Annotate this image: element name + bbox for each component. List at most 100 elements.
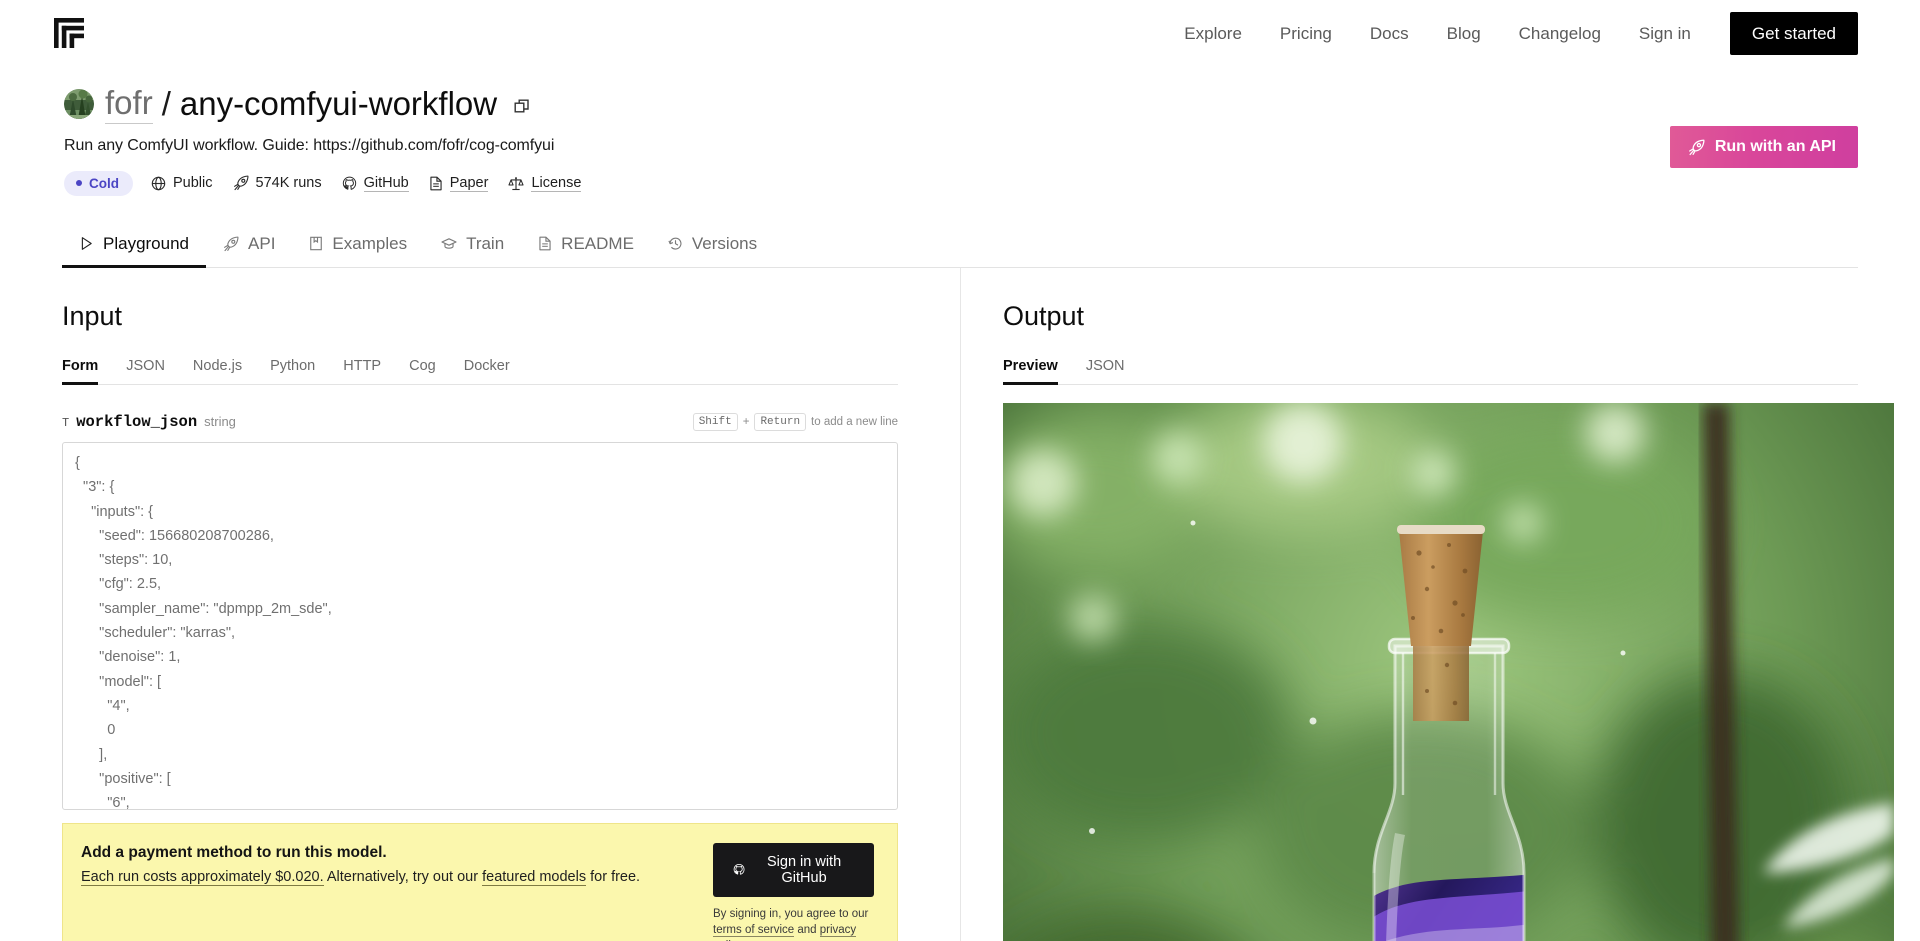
input-panel: Input Form JSON Node.js Python HTTP Cog … (0, 268, 960, 941)
page-title: any-comfyui-workflow (179, 84, 498, 122)
rocket-icon (1688, 139, 1705, 155)
github-icon (733, 864, 745, 876)
input-tab-cog[interactable]: Cog (409, 354, 436, 384)
title-separator: / (161, 84, 171, 122)
get-started-button[interactable]: Get started (1729, 11, 1858, 55)
content-columns: Input Form JSON Node.js Python HTTP Cog … (0, 267, 1920, 941)
payment-banner-actions: Sign in with GitHub By signing in, you a… (713, 842, 877, 941)
payment-banner-subtitle: Each run costs approximately $0.020. Alt… (81, 868, 641, 886)
workflow-json-input[interactable]: { "3": { "inputs": { "seed": 15668020870… (62, 441, 898, 810)
book-icon (310, 237, 323, 251)
license-badge[interactable]: License (508, 174, 582, 192)
status-dot-icon (76, 180, 82, 187)
model-tagline: Run any ComfyUI workflow. Guide: https:/… (64, 136, 555, 154)
input-tab-form[interactable]: Form (62, 354, 99, 385)
model-badges: Cold Public 574K runs GitHub Paper Licen… (64, 170, 1858, 196)
nav-link-pricing[interactable]: Pricing (1261, 25, 1351, 42)
sign-in-with-github-button[interactable]: Sign in with GitHub (713, 842, 874, 897)
document-icon (430, 176, 442, 191)
history-icon (668, 238, 682, 251)
tab-train-label: Train (466, 233, 505, 253)
sign-in-github-label: Sign in with GitHub (766, 853, 842, 886)
tab-playground[interactable]: Playground (62, 226, 207, 268)
nav-link-blog[interactable]: Blog (1428, 25, 1500, 42)
terms-and: and (794, 923, 820, 936)
document-icon (539, 237, 551, 251)
github-label: GitHub (363, 174, 409, 192)
visibility-label: Public (173, 175, 213, 192)
terms-prefix: By signing in, you agree to our (713, 907, 869, 920)
field-name-label: workflow_json (76, 412, 198, 431)
string-type-icon: T (62, 415, 70, 430)
globe-icon (151, 176, 166, 191)
avatar (64, 88, 94, 119)
input-section-title: Input (62, 300, 123, 331)
runs-badge: 574K runs (233, 175, 322, 191)
galaxy-in-a-bottle-image (1003, 402, 1894, 941)
rocket-icon (224, 236, 239, 252)
kbd-return: Return (754, 412, 807, 431)
status-badge-label: Cold (89, 175, 119, 191)
rocket-icon (233, 176, 248, 191)
run-with-api-button[interactable]: Run with an API (1669, 126, 1858, 168)
nav-link-sign-in[interactable]: Sign in (1620, 25, 1710, 42)
runs-label: 574K runs (255, 175, 322, 192)
output-tab-preview[interactable]: Preview (1003, 354, 1058, 385)
tab-versions-label: Versions (691, 233, 758, 253)
replicate-logo-icon (54, 18, 84, 48)
input-tab-python[interactable]: Python (270, 354, 315, 384)
output-tab-json[interactable]: JSON (1086, 354, 1125, 384)
model-header: fofr / any-comfyui-workflow Run any Comf… (0, 66, 1920, 196)
paper-badge[interactable]: Paper (429, 175, 489, 192)
copy-icon-glyph (514, 99, 529, 113)
run-with-api-label: Run with an API (1714, 138, 1836, 155)
replicate-logo[interactable] (52, 16, 86, 50)
tab-readme[interactable]: README (521, 226, 651, 267)
top-navigation-bar: Explore Pricing Docs Blog Changelog Sign… (0, 0, 1920, 66)
tab-api[interactable]: API (206, 226, 292, 267)
kbd-plus: + (742, 415, 750, 428)
license-label: License (531, 174, 582, 192)
github-badge[interactable]: GitHub (342, 175, 409, 192)
input-format-tabs: Form JSON Node.js Python HTTP Cog Docker (62, 354, 898, 385)
cost-link[interactable]: Each run costs approximately $0.020. (81, 868, 324, 886)
output-tabs: Preview JSON (1003, 354, 1858, 385)
tab-playground-label: Playground (103, 233, 190, 253)
kbd-hint-text: to add a new line (811, 415, 898, 428)
nav-link-docs[interactable]: Docs (1351, 25, 1428, 42)
keyboard-hint: Shift + Return to add a new line (692, 412, 898, 431)
nav-link-explore[interactable]: Explore (1165, 25, 1261, 42)
output-preview[interactable] (1003, 402, 1894, 941)
tab-examples[interactable]: Examples (292, 226, 424, 267)
payment-banner-text: Add a payment method to run this model. … (81, 843, 641, 886)
paper-label: Paper (449, 174, 489, 192)
play-icon (81, 237, 92, 251)
copy-icon[interactable] (514, 98, 531, 115)
scales-icon (508, 177, 524, 190)
banner-sub-mid: Alternatively, try out our (323, 868, 483, 885)
terms-of-service-link[interactable]: terms of service (713, 923, 795, 937)
nav-link-changelog[interactable]: Changelog (1500, 25, 1620, 42)
featured-models-link[interactable]: featured models (482, 868, 587, 886)
input-tab-nodejs[interactable]: Node.js (193, 354, 242, 384)
status-badge[interactable]: Cold (64, 170, 133, 196)
input-tab-http[interactable]: HTTP (343, 354, 381, 384)
tab-train[interactable]: Train (424, 226, 521, 267)
model-owner-link[interactable]: fofr (105, 84, 153, 124)
tab-api-label: API (248, 233, 276, 253)
nav-links: Explore Pricing Docs Blog Changelog Sign… (1165, 11, 1858, 55)
tab-versions[interactable]: Versions (651, 226, 774, 267)
input-tab-docker[interactable]: Docker (464, 354, 510, 384)
output-section-title: Output (1003, 300, 1085, 331)
main-tabs: Playground API Examples Train README Ver… (62, 226, 1858, 268)
terms-text: By signing in, you agree to our terms of… (713, 906, 877, 941)
payment-banner: Add a payment method to run this model. … (62, 822, 898, 941)
banner-sub-end: for free. (586, 868, 641, 885)
kbd-shift: Shift (692, 412, 738, 431)
payment-banner-title: Add a payment method to run this model. (81, 843, 387, 861)
input-tab-json[interactable]: JSON (126, 354, 165, 384)
model-title-row: fofr / any-comfyui-workflow (64, 84, 1858, 124)
avatar-image (64, 88, 94, 119)
workflow-json-field-header: T workflow_json string Shift + Return to… (62, 412, 898, 431)
visibility-badge: Public (151, 175, 213, 191)
